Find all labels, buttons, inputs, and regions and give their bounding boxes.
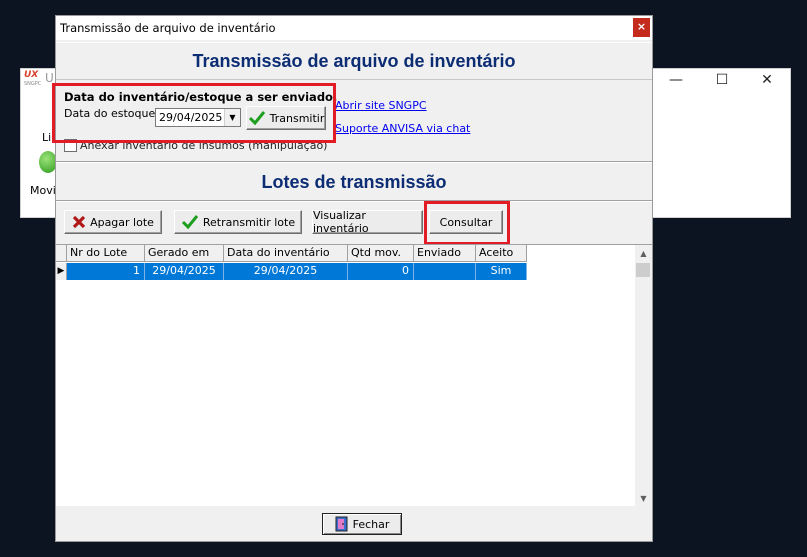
dialog-footer: Fechar: [56, 506, 652, 541]
table-cell[interactable]: [414, 263, 476, 280]
sngpc-link[interactable]: Abrir site SNGPC: [335, 99, 427, 112]
scrollbar-thumb[interactable]: [636, 263, 650, 277]
scroll-down-icon[interactable]: ▼: [635, 490, 652, 507]
anvisa-link[interactable]: Suporte ANVISA via chat: [335, 122, 470, 135]
table-cell[interactable]: 29/04/2025: [145, 263, 224, 280]
lots-table[interactable]: Nr do Lote Gerado em Data do inventário …: [56, 244, 652, 507]
close-dialog-label: Fechar: [352, 517, 390, 531]
view-inventory-button[interactable]: Visualizar inventário: [312, 209, 423, 235]
delete-lot-button[interactable]: Apagar lote: [64, 210, 162, 234]
column-header[interactable]: Nr do Lote: [67, 245, 145, 262]
inventory-dialog: Transmissão de arquivo de inventário × T…: [52, 15, 653, 542]
column-header[interactable]: Enviado: [414, 245, 476, 262]
scroll-up-icon[interactable]: ▲: [635, 245, 652, 262]
table-cell[interactable]: 0: [348, 263, 414, 280]
vertical-scrollbar[interactable]: ▲ ▼: [635, 245, 652, 507]
view-inventory-label: Visualizar inventário: [313, 209, 369, 235]
column-header[interactable]: Qtd mov.: [348, 245, 414, 262]
column-header[interactable]: Aceito: [476, 245, 527, 262]
column-header[interactable]: Gerado em: [145, 245, 224, 262]
retransmit-lot-button[interactable]: Retransmitir lote: [174, 210, 302, 234]
highlight-query-button: [424, 201, 510, 245]
highlight-inventory-group: [52, 83, 336, 143]
dialog-close-button[interactable]: ×: [633, 18, 650, 37]
delete-x-icon: [72, 215, 86, 229]
divider: [56, 200, 652, 202]
table-corner: [56, 245, 67, 262]
maximize-button[interactable]: ☐: [699, 69, 745, 93]
minimize-button[interactable]: —: [653, 69, 699, 93]
door-icon: [335, 516, 348, 532]
table-cell[interactable]: 29/04/2025: [224, 263, 348, 280]
row-indicator-icon: ▶: [56, 263, 67, 280]
table-cell[interactable]: 1: [67, 263, 145, 280]
retransmit-lot-label: Retransmitir lote: [202, 215, 296, 229]
divider: [56, 161, 652, 163]
dialog-title: Transmissão de arquivo de inventário: [60, 21, 276, 35]
app-logo: UX SNGPC: [24, 70, 42, 88]
inventory-header: Transmissão de arquivo de inventário: [56, 42, 652, 80]
close-dialog-button[interactable]: Fechar: [322, 513, 402, 535]
checkmark-icon: [181, 215, 199, 230]
lots-header: Lotes de transmissão: [261, 172, 447, 192]
table-cell[interactable]: Sim: [476, 263, 527, 280]
column-header[interactable]: Data do inventário: [224, 245, 348, 262]
background-label-1: Li: [42, 131, 52, 144]
dialog-titlebar: Transmissão de arquivo de inventário ×: [56, 16, 652, 40]
delete-lot-label: Apagar lote: [90, 215, 154, 229]
close-button[interactable]: ✕: [744, 69, 790, 93]
